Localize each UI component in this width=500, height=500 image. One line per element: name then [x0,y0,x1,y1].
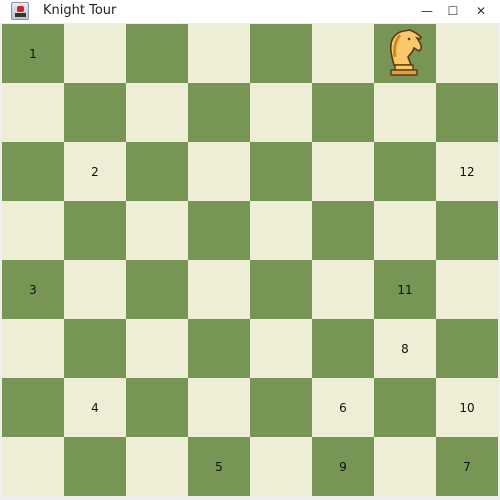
board-square[interactable] [2,437,64,496]
board-square[interactable]: 7 [436,437,498,496]
board-square[interactable] [250,378,312,437]
move-number: 2 [91,164,99,179]
board-square[interactable] [126,378,188,437]
board-square[interactable] [374,378,436,437]
board-square[interactable] [188,201,250,260]
app-icon [11,2,29,20]
board-square[interactable] [250,83,312,142]
board-square[interactable] [188,83,250,142]
board-square[interactable] [64,260,126,319]
maximize-button[interactable]: ☐ [440,0,466,22]
board-square[interactable] [250,260,312,319]
board-square[interactable] [250,24,312,83]
board-square[interactable] [2,378,64,437]
board-square[interactable] [2,201,64,260]
move-number: 6 [339,400,347,415]
close-button[interactable]: ✕ [468,0,494,22]
board-square[interactable] [126,83,188,142]
board-square[interactable] [126,260,188,319]
board-square[interactable] [188,378,250,437]
board-square[interactable] [374,142,436,201]
board-square[interactable] [374,201,436,260]
board-square[interactable]: 8 [374,319,436,378]
minimize-button[interactable]: — [414,0,440,22]
board-square[interactable]: 10 [436,378,498,437]
board-square[interactable] [436,201,498,260]
board-square[interactable]: 5 [188,437,250,496]
board-square[interactable] [312,142,374,201]
board-square[interactable] [126,142,188,201]
board-square[interactable]: 3 [2,260,64,319]
board-square[interactable]: 11 [374,260,436,319]
board-square[interactable] [312,201,374,260]
move-number: 3 [29,282,37,297]
board-square[interactable] [312,24,374,83]
board-square[interactable]: 12 [436,142,498,201]
knight-icon[interactable] [386,27,424,79]
move-number: 10 [459,400,475,415]
board-square[interactable] [312,319,374,378]
move-number: 9 [339,459,347,474]
move-number: 5 [215,459,223,474]
board-square[interactable] [126,437,188,496]
move-number: 7 [463,459,471,474]
board-square[interactable] [64,319,126,378]
board-square[interactable] [436,24,498,83]
move-number: 8 [401,341,409,356]
chess-board: 1 2 12 3 11 8 4 6 10 5 9 7 [2,24,498,496]
close-icon: ✕ [475,4,487,18]
board-square[interactable] [250,201,312,260]
board-square[interactable] [250,142,312,201]
board-square[interactable]: 9 [312,437,374,496]
move-number: 4 [91,400,99,415]
board-square[interactable] [64,24,126,83]
board-square[interactable] [188,319,250,378]
board-square[interactable] [64,437,126,496]
board-square[interactable] [312,83,374,142]
maximize-icon: ☐ [447,4,459,18]
board-square[interactable] [436,319,498,378]
board-square[interactable] [188,142,250,201]
board-square[interactable] [126,201,188,260]
board-square[interactable] [64,201,126,260]
board-square[interactable] [188,24,250,83]
board-square[interactable] [126,319,188,378]
board-square[interactable] [374,24,436,83]
board-square[interactable] [312,260,374,319]
board-square[interactable] [2,142,64,201]
board-square[interactable] [374,437,436,496]
board-square[interactable] [436,83,498,142]
board-square[interactable] [374,83,436,142]
board-square[interactable] [2,83,64,142]
board-square[interactable] [250,437,312,496]
board-square[interactable]: 2 [64,142,126,201]
board-square[interactable]: 1 [2,24,64,83]
board-square[interactable] [126,24,188,83]
board-square[interactable]: 4 [64,378,126,437]
board-square[interactable] [436,260,498,319]
board-square[interactable]: 6 [312,378,374,437]
board-square[interactable] [64,83,126,142]
move-number: 11 [397,282,413,297]
board-square[interactable] [250,319,312,378]
minimize-icon: — [421,4,433,18]
move-number: 12 [459,164,475,179]
move-number: 1 [29,46,37,61]
board-square[interactable] [2,319,64,378]
board-square[interactable] [188,260,250,319]
window-title: Knight Tour [43,3,117,18]
title-bar: Knight Tour — ☐ ✕ [0,0,500,23]
